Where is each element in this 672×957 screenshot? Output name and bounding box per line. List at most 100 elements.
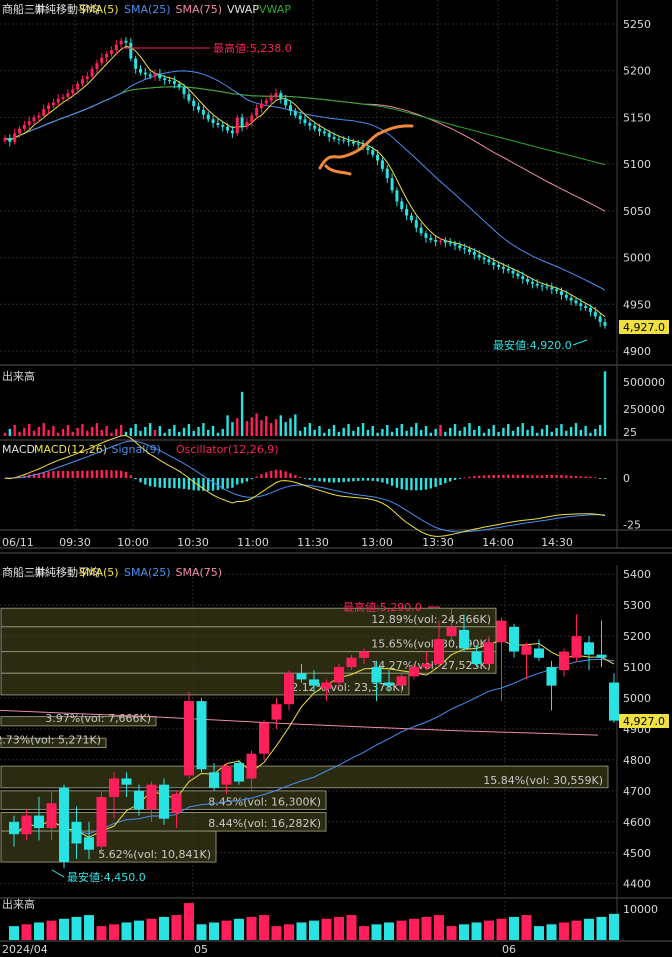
volume-profile-label: 8.44%(vol: 16,282K) — [208, 817, 321, 830]
candle — [259, 722, 269, 754]
x-tick-label: 2024/04 — [2, 943, 48, 956]
candle — [284, 98, 288, 106]
volume-bar — [555, 427, 558, 436]
volume-bar — [545, 425, 549, 436]
candle — [429, 237, 433, 240]
candle — [259, 103, 263, 109]
volume-bar — [71, 431, 74, 436]
oscillator-bar — [318, 478, 321, 482]
y-tick-label: 4700 — [623, 785, 651, 798]
candle — [546, 667, 557, 686]
volume-bar — [95, 423, 99, 436]
volume-bar — [274, 419, 278, 436]
legend-entry: VWAP — [227, 3, 259, 16]
oscillator-bar — [492, 475, 495, 478]
last-price-label: 4,927.0 — [623, 715, 665, 728]
candle — [322, 131, 326, 134]
candle — [459, 629, 469, 649]
oscillator-bar — [129, 475, 133, 478]
volume-bar — [444, 431, 447, 436]
oscillator-bar — [260, 474, 263, 478]
volume-bar — [245, 421, 249, 436]
y-tick-label: 5400 — [623, 568, 651, 581]
candle — [255, 108, 259, 116]
oscillator-bar — [240, 478, 244, 484]
oscillator-bar — [565, 475, 568, 478]
candle — [71, 821, 82, 844]
oscillator-bar — [487, 475, 491, 478]
volume-bar — [390, 431, 394, 436]
candle — [42, 109, 46, 116]
volume-bar — [211, 425, 215, 436]
volume-bar — [13, 425, 16, 436]
candle — [9, 821, 19, 835]
oscillator-bar — [424, 478, 428, 490]
candle — [32, 117, 36, 122]
oscillator-bar — [540, 475, 544, 478]
volume-bar — [569, 426, 573, 436]
volume-profile-label: 2.73%(vol: 5,271K) — [0, 734, 101, 747]
oscillator-bar — [526, 475, 529, 478]
volume-bar — [32, 430, 36, 436]
oscillator-bar — [361, 478, 365, 481]
volume-bar — [434, 915, 444, 940]
candle — [318, 128, 322, 132]
candle — [240, 117, 244, 127]
candle — [509, 626, 519, 652]
candle — [414, 220, 418, 228]
oscillator-bar — [545, 475, 549, 478]
oscillator-bar — [279, 470, 283, 478]
candle — [484, 642, 494, 664]
oscillator-bar — [603, 478, 607, 479]
volume-bar — [96, 926, 107, 940]
y-tick-label: 4400 — [623, 878, 651, 891]
candle — [279, 93, 283, 99]
oscillator-bar — [371, 478, 374, 481]
volume-bar — [18, 431, 21, 436]
volume-bar — [596, 916, 607, 940]
candle — [134, 790, 144, 810]
volume-bar — [202, 423, 205, 436]
oscillator-bar — [182, 478, 186, 489]
x-tick-label: 09:30 — [59, 536, 91, 549]
oscillator-bar — [66, 471, 70, 478]
macd-legend-entry: Signal(9) — [112, 443, 161, 456]
candle — [376, 154, 380, 161]
volume-bar — [34, 922, 44, 940]
volume-bar — [105, 425, 108, 436]
volume-bar — [221, 920, 232, 940]
candle — [90, 68, 94, 77]
volume-bar — [526, 429, 529, 436]
volume-bar — [250, 417, 253, 436]
volume-bar — [424, 425, 428, 436]
y-tick-label: 4800 — [623, 754, 651, 767]
volume-bar — [84, 915, 94, 940]
volume-bar — [386, 425, 389, 436]
oscillator-bar — [284, 471, 287, 478]
oscillator-bar — [323, 478, 326, 482]
volume-bar — [23, 427, 26, 436]
volume-bar — [271, 926, 282, 940]
candle — [172, 81, 176, 84]
volume-bar — [531, 425, 534, 436]
candle — [579, 303, 583, 307]
oscillator-bar — [163, 478, 166, 489]
volume-bar — [260, 420, 263, 436]
macd-legend-entry: MACD — [2, 443, 35, 456]
candle — [492, 262, 496, 266]
candle — [269, 96, 273, 101]
volume-bar — [534, 926, 544, 940]
candle — [593, 311, 597, 317]
oscillator-bar — [177, 478, 181, 489]
volume-bar — [207, 429, 210, 436]
candle — [134, 58, 138, 69]
candle — [535, 283, 539, 286]
oscillator-bar — [90, 470, 94, 478]
oscillator-bar — [468, 476, 471, 478]
volume-bar — [100, 429, 103, 436]
oscillator-bar — [139, 478, 142, 483]
chart-canvas[interactable]: 49004950500050505100515052005250商船三井単純移動… — [0, 0, 672, 957]
volume-bar — [284, 422, 287, 436]
candle — [114, 44, 118, 51]
volume-profile-label: 5.62%(vol: 10,841K) — [98, 848, 211, 861]
